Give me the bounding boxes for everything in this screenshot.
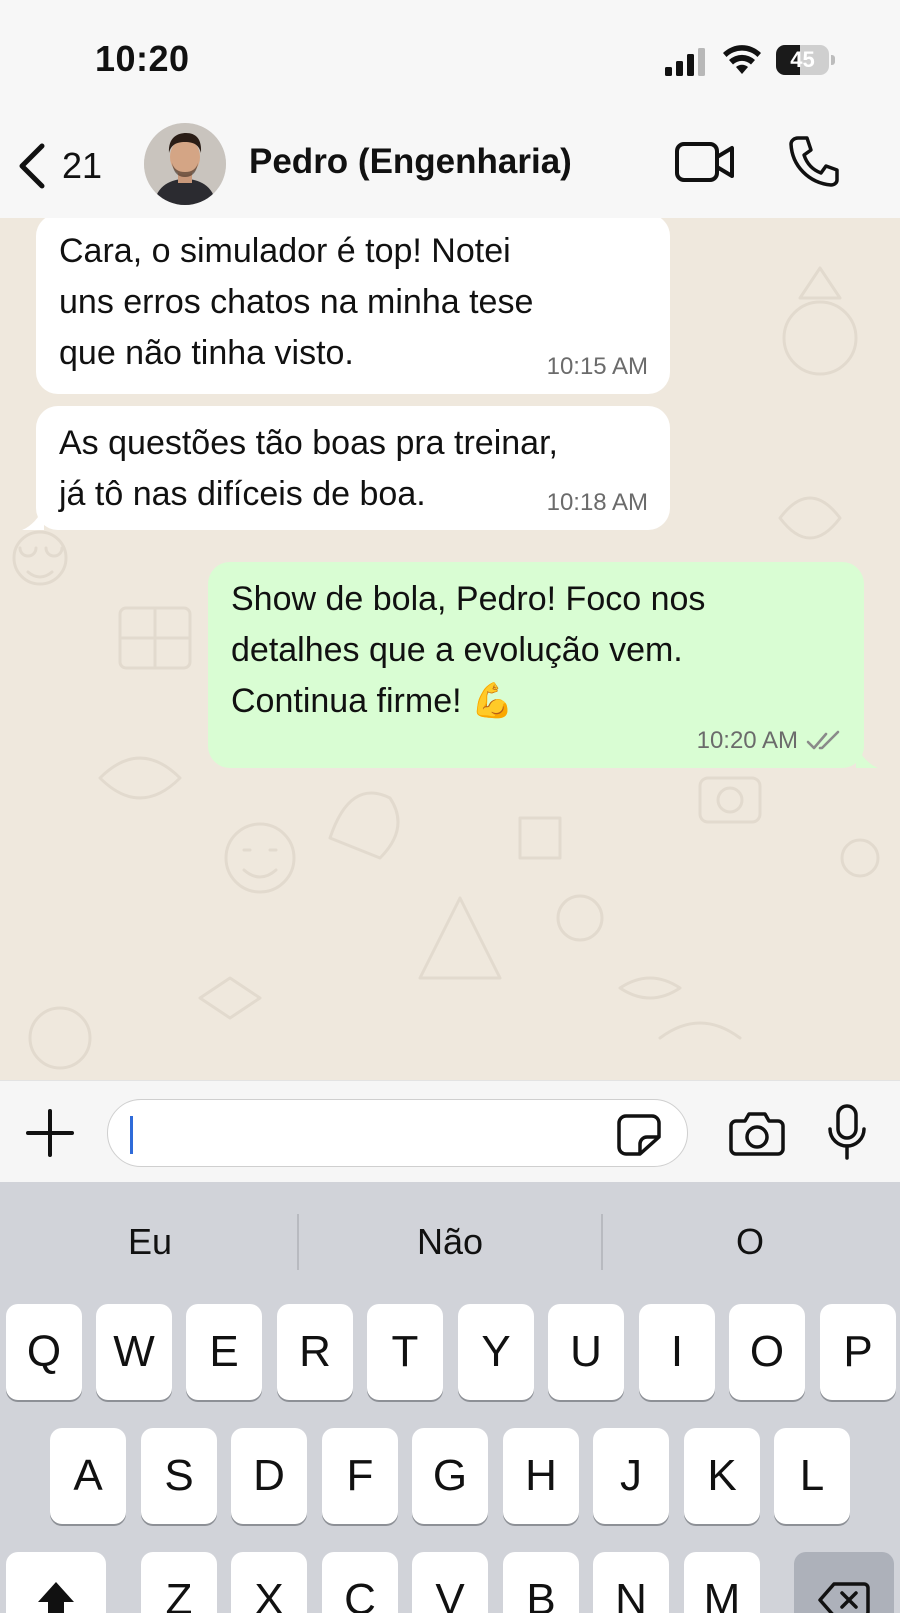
battery-percent: 45 bbox=[790, 47, 815, 72]
double-check-icon bbox=[806, 730, 840, 750]
shift-icon bbox=[38, 1582, 74, 1613]
sticker-button[interactable] bbox=[616, 1113, 662, 1157]
key-y[interactable]: Y bbox=[458, 1304, 534, 1400]
key-x[interactable]: X bbox=[231, 1552, 307, 1613]
microphone-button[interactable] bbox=[826, 1103, 868, 1161]
key-t[interactable]: T bbox=[367, 1304, 443, 1400]
key-s[interactable]: S bbox=[141, 1428, 217, 1524]
key-m[interactable]: M bbox=[684, 1552, 760, 1613]
backspace-key[interactable] bbox=[794, 1552, 894, 1613]
status-bar: 10:20 45 bbox=[0, 0, 900, 118]
backspace-icon bbox=[818, 1582, 870, 1613]
suggestion-2[interactable]: Não bbox=[300, 1182, 600, 1302]
avatar[interactable] bbox=[144, 123, 226, 205]
contact-name[interactable]: Pedro (Engenharia) bbox=[249, 142, 572, 182]
key-a[interactable]: A bbox=[50, 1428, 126, 1524]
key-p[interactable]: P bbox=[820, 1304, 896, 1400]
key-e[interactable]: E bbox=[186, 1304, 262, 1400]
cellular-signal-icon bbox=[665, 48, 705, 76]
suggestion-divider bbox=[601, 1214, 603, 1270]
message-time: 10:15 AM bbox=[546, 353, 648, 380]
message-bubble-outgoing[interactable]: Show de bola, Pedro! Foco nos detalhes q… bbox=[208, 562, 864, 768]
key-u[interactable]: U bbox=[548, 1304, 624, 1400]
suggestion-1[interactable]: Eu bbox=[0, 1182, 300, 1302]
message-input[interactable] bbox=[107, 1099, 688, 1167]
key-b[interactable]: B bbox=[503, 1552, 579, 1613]
message-time: 10:18 AM bbox=[546, 489, 648, 516]
predictive-suggestions: Eu Não O bbox=[0, 1182, 900, 1302]
message-composer bbox=[0, 1080, 900, 1182]
chat-header: 21 Pedro (Engenharia) bbox=[0, 118, 900, 218]
key-c[interactable]: C bbox=[322, 1552, 398, 1613]
shift-key[interactable] bbox=[6, 1552, 106, 1613]
key-i[interactable]: I bbox=[639, 1304, 715, 1400]
key-q[interactable]: Q bbox=[6, 1304, 82, 1400]
bubble-tail bbox=[856, 746, 878, 768]
key-w[interactable]: W bbox=[96, 1304, 172, 1400]
key-g[interactable]: G bbox=[412, 1428, 488, 1524]
keyboard: Eu Não O Q W E R T Y U I O P A S D F G H… bbox=[0, 1182, 900, 1613]
camera-button[interactable] bbox=[728, 1109, 786, 1157]
key-n[interactable]: N bbox=[593, 1552, 669, 1613]
key-v[interactable]: V bbox=[412, 1552, 488, 1613]
attach-plus-button[interactable] bbox=[24, 1107, 76, 1159]
message-text: Show de bola, Pedro! Foco nos detalhes q… bbox=[231, 580, 706, 720]
suggestion-3[interactable]: O bbox=[600, 1182, 900, 1302]
back-button[interactable]: 21 bbox=[14, 136, 102, 196]
phone-call-button[interactable] bbox=[788, 134, 840, 188]
message-bubble-incoming[interactable]: As questões tão boas pra treinar, já tô … bbox=[36, 406, 670, 530]
key-j[interactable]: J bbox=[593, 1428, 669, 1524]
message-time: 10:20 AM bbox=[696, 727, 798, 754]
text-caret bbox=[130, 1116, 133, 1154]
key-f[interactable]: F bbox=[322, 1428, 398, 1524]
unread-count: 21 bbox=[62, 145, 103, 186]
key-k[interactable]: K bbox=[684, 1428, 760, 1524]
key-l[interactable]: L bbox=[774, 1428, 850, 1524]
chevron-left-icon bbox=[19, 143, 45, 189]
status-time: 10:20 bbox=[95, 38, 190, 79]
key-r[interactable]: R bbox=[277, 1304, 353, 1400]
bubble-tail bbox=[22, 508, 44, 530]
key-o[interactable]: O bbox=[729, 1304, 805, 1400]
message-bubble-incoming[interactable]: Cara, o simulador é top! Notei uns erros… bbox=[36, 218, 670, 394]
battery-indicator: 45 bbox=[776, 45, 836, 75]
wifi-icon bbox=[723, 45, 761, 74]
chat-area[interactable]: Cara, o simulador é top! Notei uns erros… bbox=[0, 218, 900, 1080]
key-z[interactable]: Z bbox=[141, 1552, 217, 1613]
suggestion-divider bbox=[297, 1214, 299, 1270]
avatar-photo bbox=[144, 123, 226, 205]
key-d[interactable]: D bbox=[231, 1428, 307, 1524]
video-call-button[interactable] bbox=[675, 140, 735, 184]
key-h[interactable]: H bbox=[503, 1428, 579, 1524]
